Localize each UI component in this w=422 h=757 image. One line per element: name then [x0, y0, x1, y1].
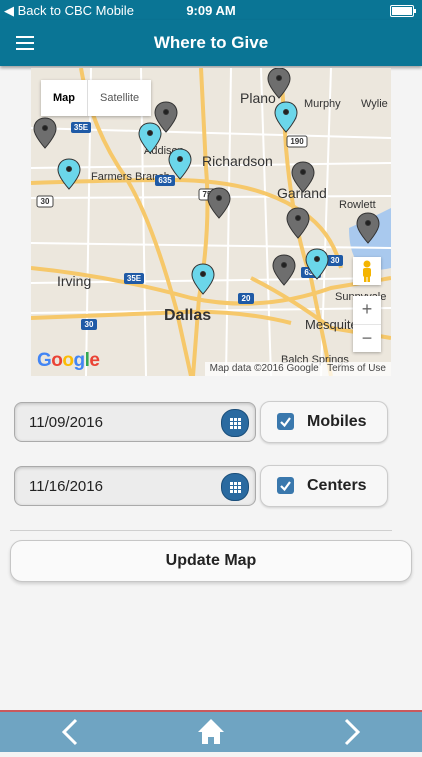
- start-date-field[interactable]: 11/09/2016: [14, 402, 256, 442]
- end-date-value: 11/16/2016: [29, 478, 103, 495]
- map-label-irving: Irving: [57, 273, 91, 289]
- map-label-mesquite: Mesquite: [305, 317, 358, 332]
- map-label-richardson: Richardson: [202, 153, 273, 169]
- checkbox-checked-icon[interactable]: [277, 413, 294, 430]
- map-type-map-button[interactable]: Map: [41, 80, 87, 116]
- header-bar: Where to Give: [0, 20, 422, 66]
- end-date-field[interactable]: 11/16/2016: [14, 466, 256, 506]
- map-view[interactable]: Plano Murphy Wylie Addison Richardson Fa…: [31, 68, 391, 376]
- zoom-controls: + −: [353, 296, 381, 352]
- map-pin-mobile[interactable]: [168, 148, 192, 180]
- zoom-out-button[interactable]: −: [353, 325, 381, 353]
- shield-12: 30: [41, 197, 50, 206]
- shield-635: 635: [158, 176, 172, 185]
- map-pin-mobile[interactable]: [57, 158, 81, 190]
- shield-20: 20: [242, 294, 251, 303]
- chevron-left-icon[interactable]: [40, 712, 100, 752]
- map-pin-center[interactable]: [33, 117, 57, 149]
- map-label-dallas: Dallas: [164, 307, 211, 324]
- update-map-button[interactable]: Update Map: [10, 540, 412, 582]
- terms-of-use-link[interactable]: Terms of Use: [327, 363, 386, 374]
- calendar-icon[interactable]: [221, 409, 249, 437]
- map-data-credit: Map data ©2016 Google: [209, 363, 319, 374]
- chevron-right-icon[interactable]: [322, 712, 382, 752]
- map-label-rowlett: Rowlett: [339, 199, 376, 211]
- zoom-in-button[interactable]: +: [353, 296, 381, 325]
- start-date-value: 11/09/2016: [29, 414, 103, 431]
- shield-190: 190: [290, 137, 304, 146]
- mobiles-checkbox-button[interactable]: Mobiles: [260, 401, 388, 443]
- map-label-wylie: Wylie: [361, 98, 388, 110]
- map-attribution: Map data ©2016 Google Terms of Use: [204, 362, 391, 376]
- google-logo: Google: [37, 350, 100, 371]
- shield-30-west: 30: [85, 320, 94, 329]
- status-time: 9:09 AM: [186, 3, 236, 18]
- mobiles-label: Mobiles: [307, 413, 367, 430]
- shield-35e-north: 35E: [74, 123, 89, 132]
- map-label-plano: Plano: [240, 90, 276, 106]
- page-title: Where to Give: [153, 33, 269, 52]
- divider: [10, 530, 392, 531]
- checkbox-checked-icon[interactable]: [277, 477, 294, 494]
- centers-label: Centers: [307, 477, 367, 494]
- map-label-murphy: Murphy: [304, 98, 341, 110]
- footer-toolbar: [0, 710, 422, 752]
- map-pin-mobile[interactable]: [191, 263, 215, 295]
- map-pin-mobile[interactable]: [274, 101, 298, 133]
- street-view-pegman-icon[interactable]: [353, 257, 381, 285]
- map-type-toggle: Map Satellite: [41, 80, 152, 116]
- shield-30-east: 30: [331, 256, 340, 265]
- shield-35e-south: 35E: [127, 274, 142, 283]
- map-pin-center[interactable]: [286, 207, 310, 239]
- map-pin-center[interactable]: [207, 187, 231, 219]
- home-icon[interactable]: [181, 712, 241, 752]
- centers-checkbox-button[interactable]: Centers: [260, 465, 388, 507]
- calendar-icon[interactable]: [221, 473, 249, 501]
- map-type-satellite-button[interactable]: Satellite: [87, 80, 151, 116]
- battery-icon: [390, 5, 416, 17]
- status-bar: ◀ Back to CBC Mobile 9:09 AM: [0, 0, 422, 20]
